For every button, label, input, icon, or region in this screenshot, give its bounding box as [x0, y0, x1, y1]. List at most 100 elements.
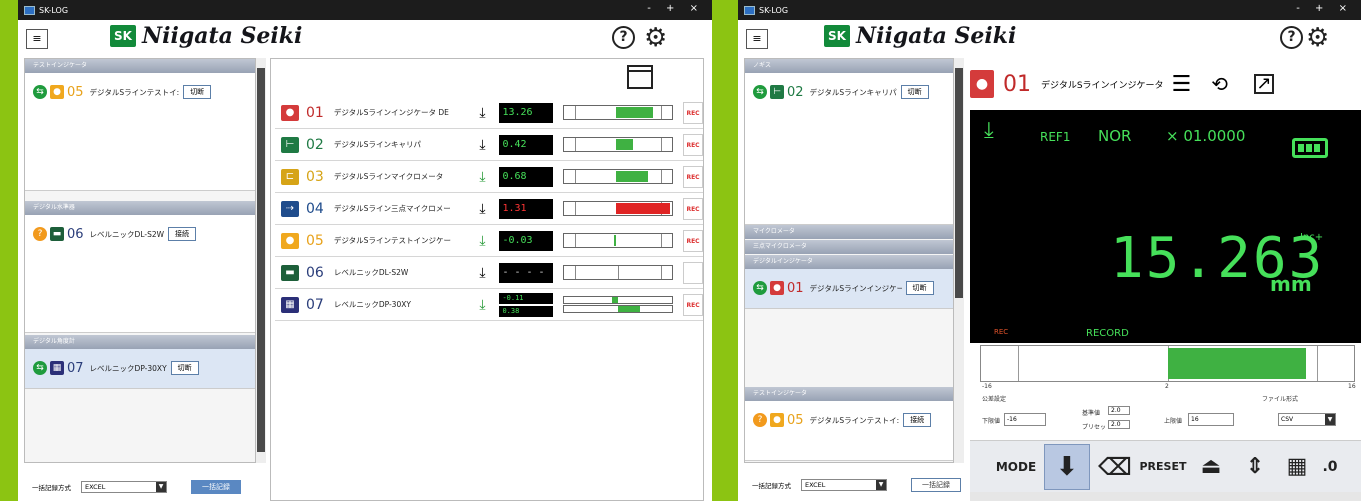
- connect-button[interactable]: 接続: [903, 413, 932, 427]
- bulk-record-button[interactable]: 一括記録: [191, 480, 241, 494]
- table-row[interactable]: ⊢ 02 デジタルSラインキャリパ ⤓ 0.42 REC: [275, 129, 703, 161]
- device-group: デジタル角度計 ⇆ ▦ 07 レベルニックDP-30XY 切断: [25, 335, 255, 389]
- disconnect-button[interactable]: 切断: [170, 361, 199, 375]
- rec-button[interactable]: REC: [683, 293, 704, 316]
- eraser-icon[interactable]: ⌫: [1094, 444, 1136, 490]
- calculator-icon[interactable]: ▦: [1278, 444, 1316, 490]
- device-number: 05: [67, 84, 84, 100]
- rec-button[interactable]: REC: [683, 197, 703, 220]
- zero-button[interactable]: .0: [1320, 444, 1340, 490]
- app-icon: [744, 5, 755, 15]
- download-icon[interactable]: ⤓: [471, 105, 493, 121]
- download-icon[interactable]: ⤓: [984, 118, 994, 143]
- right-panel-scrollbar[interactable]: [954, 58, 964, 463]
- bar-tick: [575, 202, 577, 215]
- lower-limit-input[interactable]: -16: [1004, 413, 1046, 426]
- scrollbar-thumb[interactable]: [955, 68, 963, 298]
- chevron-down-icon[interactable]: ▼: [1325, 414, 1335, 425]
- rec-button[interactable]: REC: [683, 133, 703, 156]
- device-entry[interactable]: ? ● 05 デジタルSラインテストイ: 接続: [753, 411, 947, 429]
- indicator-icon: ●: [970, 70, 994, 98]
- lower-limit-label: 下限値: [982, 418, 1001, 425]
- disconnect-button[interactable]: 切断: [905, 281, 934, 295]
- row-value: 0.42: [499, 134, 554, 155]
- group-header[interactable]: ノギス: [745, 59, 953, 73]
- app-title: SK-LOG: [759, 5, 789, 15]
- download-icon[interactable]: ⤓: [471, 137, 493, 153]
- disconnect-button[interactable]: 切断: [183, 85, 212, 99]
- app-icon: [24, 5, 35, 15]
- device-entry[interactable]: ⇆ ▦ 07 レベルニックDP-30XY 切断: [33, 359, 249, 377]
- preset-input[interactable]: 2.0: [1108, 420, 1130, 429]
- logo-mark: SK: [110, 25, 136, 47]
- three-point-micrometer-icon: ⇢: [281, 200, 299, 217]
- scale-min: -16: [982, 383, 992, 390]
- help-icon[interactable]: ?: [1280, 26, 1303, 49]
- upper-limit-input[interactable]: 16: [1188, 413, 1234, 426]
- history-icon[interactable]: ⟲: [1211, 72, 1228, 96]
- scrollbar-thumb[interactable]: [257, 68, 265, 452]
- table-row[interactable]: ▬ 06 レベルニックDL-S2W ⤓ - - - -: [275, 257, 703, 289]
- preset-button[interactable]: PRESET: [1140, 444, 1187, 490]
- row-name: デジタルSラインインジケータ DE: [333, 108, 449, 117]
- bulk-format-select[interactable]: EXCEL ▼: [801, 479, 887, 491]
- rec-button[interactable]: REC: [683, 229, 703, 252]
- download-icon[interactable]: ⤓: [471, 201, 493, 217]
- device-entry[interactable]: ? ▬ 06 レベルニックDL-S2W 接続: [33, 225, 249, 243]
- chevron-down-icon[interactable]: ▼: [876, 480, 886, 490]
- hamburger-menu-button[interactable]: ≡: [746, 29, 768, 49]
- rec-button[interactable]: REC: [683, 101, 703, 124]
- expand-icon[interactable]: ⇕: [1236, 444, 1274, 490]
- device-entry[interactable]: ⇆ ⊢ 02 デジタルSラインキャリパ 切断: [753, 83, 947, 101]
- table-row[interactable]: ● 05 デジタルSラインテストインジケー ⤓ -0.03 REC: [275, 225, 703, 257]
- micrometer-icon: ⊏: [281, 168, 299, 185]
- window-controls[interactable]: - + ×: [647, 3, 704, 14]
- device-entry[interactable]: ⇆ ● 01 デジタルSラインインジケー 切断: [753, 279, 947, 297]
- download-icon[interactable]: ⤓: [471, 169, 493, 185]
- gear-icon[interactable]: ⚙: [644, 25, 667, 51]
- table-row[interactable]: ● 01 デジタルSラインインジケータ DE ⤓ 13.26 REC: [275, 97, 703, 129]
- hold-icon[interactable]: ⏏: [1190, 444, 1232, 490]
- hamburger-menu-button[interactable]: ≡: [26, 29, 48, 49]
- table-row[interactable]: ⊏ 03 デジタルSラインマイクロメータ ⤓ 0.68 REC: [275, 161, 703, 193]
- download-icon[interactable]: ⤓: [471, 265, 493, 281]
- bar-tick: [661, 170, 663, 183]
- file-format-select[interactable]: CSV ▼: [1278, 413, 1336, 426]
- detail-horizontal-scrollbar[interactable]: [970, 492, 1361, 501]
- help-icon[interactable]: ?: [612, 26, 635, 49]
- disconnect-button[interactable]: 切断: [900, 85, 929, 99]
- group-header[interactable]: デジタルインジケータ: [745, 255, 953, 269]
- left-panel-scrollbar[interactable]: [256, 58, 266, 463]
- group-header[interactable]: テストインジケータ: [745, 387, 953, 401]
- row-name: デジタルSラインテストインジケー: [333, 236, 451, 245]
- bulk-format-select[interactable]: EXCEL ▼: [81, 481, 167, 493]
- group-header[interactable]: デジタル水準器: [25, 201, 255, 215]
- popout-icon[interactable]: ↗: [1254, 74, 1275, 94]
- detail-name: デジタルSラインインジケータ: [1041, 80, 1164, 91]
- group-header[interactable]: デジタル角度計: [25, 335, 255, 349]
- chevron-down-icon[interactable]: ▼: [156, 482, 166, 492]
- row-value: -0.03: [499, 230, 554, 251]
- list-icon[interactable]: ☰: [1172, 72, 1192, 97]
- table-row[interactable]: ⇢ 04 デジタルSライン三点マイクロメー ⤓ 1.31 REC: [275, 193, 703, 225]
- table-row[interactable]: ▦ 07 レベルニックDP-30XY ⤓ -0.11 0.38 REC: [275, 289, 704, 321]
- base-value-input[interactable]: 2.0: [1108, 406, 1130, 415]
- maximize-window-icon[interactable]: [627, 65, 653, 89]
- gear-icon[interactable]: ⚙: [1306, 25, 1329, 51]
- rec-button[interactable]: REC: [683, 165, 703, 188]
- group-header[interactable]: 三点マイクロメータ: [745, 240, 953, 254]
- mode-button[interactable]: MODE: [992, 444, 1040, 490]
- caliper-icon: ⊢: [281, 136, 299, 153]
- download-icon[interactable]: ⤓: [472, 297, 494, 313]
- device-group: デジタル水準器 ? ▬ 06 レベルニックDL-S2W 接続: [25, 201, 255, 333]
- row-number: 04: [306, 200, 324, 217]
- connected-icon: ⇆: [753, 281, 767, 295]
- download-data-icon[interactable]: ⬇: [1044, 443, 1090, 490]
- group-header[interactable]: マイクロメータ: [745, 225, 953, 239]
- connect-button[interactable]: 接続: [168, 227, 197, 241]
- device-entry[interactable]: ⇆ ● 05 デジタルSラインテストイ: 切断: [33, 83, 249, 101]
- download-icon[interactable]: ⤓: [471, 233, 493, 249]
- window-controls[interactable]: - + ×: [1296, 3, 1353, 14]
- bulk-record-button[interactable]: 一括記録: [911, 478, 961, 492]
- group-header[interactable]: テストインジケータ: [25, 59, 255, 73]
